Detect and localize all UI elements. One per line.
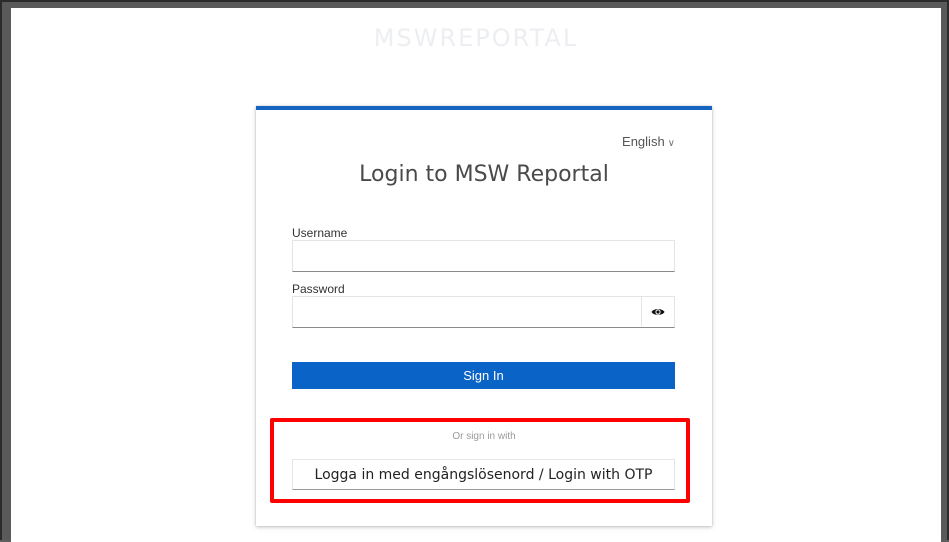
password-field (292, 296, 675, 328)
eye-icon (651, 308, 665, 315)
login-title: Login to MSW Reportal (359, 162, 609, 187)
or-sign-in-with-text: Or sign in with (452, 431, 516, 442)
window-frame: MSWREPORTAL English ∨ Login to MSW Report… (0, 0, 949, 542)
login-card: English ∨ Login to MSW Reportal Username … (256, 106, 712, 526)
password-input[interactable] (292, 296, 675, 328)
language-selector[interactable]: English ∨ (622, 134, 675, 149)
login-with-otp-button[interactable]: Logga in med engångslösenord / Login wit… (292, 459, 675, 490)
username-input[interactable] (292, 240, 675, 272)
username-label: Username (292, 226, 348, 240)
brand-title: MSWREPORTAL (373, 24, 579, 52)
language-label: English (622, 134, 665, 149)
show-password-button[interactable] (641, 297, 674, 326)
sign-in-button[interactable]: Sign In (292, 362, 675, 389)
chevron-down-icon: ∨ (667, 138, 675, 149)
login-page: MSWREPORTAL English ∨ Login to MSW Report… (11, 8, 941, 542)
password-label: Password (292, 282, 345, 296)
